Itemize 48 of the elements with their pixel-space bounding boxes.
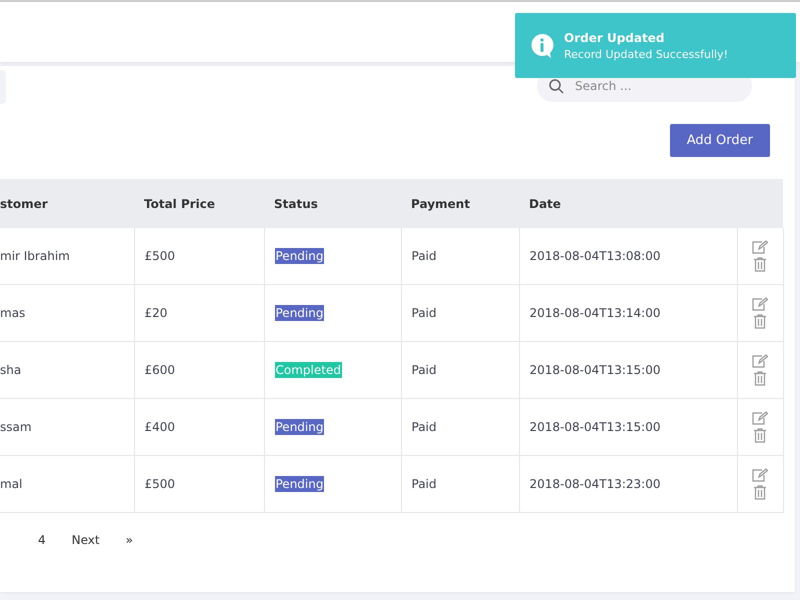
table-cell: 2018-08-04T13:23:00 [530,477,660,491]
table-cell: mas [0,306,26,320]
column-header: Total Price [134,179,264,228]
trash-icon[interactable] [754,314,766,329]
table-cell: Paid [412,477,437,491]
table-cell: 2018-08-04T13:14:00 [530,306,660,320]
pagination-link[interactable]: » [126,533,133,547]
toast-message: Record Updated Successfully! [564,48,728,60]
status-badge: Pending [274,476,324,492]
table-cell: £400 [144,420,176,434]
add-order-button[interactable]: Add Order [670,124,770,157]
table-cell: 2018-08-04T13:08:00 [530,249,660,263]
info-icon [530,32,554,58]
column-header: Status [264,179,401,228]
status-badge: Pending [274,305,324,321]
table-cell: ssam [0,420,32,434]
pagination-link[interactable]: 4 [38,533,46,547]
trash-icon[interactable] [754,485,766,500]
edit-icon[interactable] [752,468,768,482]
table-cell: 2018-08-04T13:15:00 [530,363,660,377]
column-header: stomer [0,179,134,228]
trash-icon[interactable] [754,371,766,386]
toast-title: Order Updated [564,30,666,44]
search-icon [549,79,564,94]
table-cell: mir Ibrahim [0,249,70,263]
table-cell: 2018-08-04T13:15:00 [530,420,660,434]
table-cell: Paid [412,363,437,377]
status-badge: Pending [274,248,324,264]
status-badge: Pending [274,419,324,435]
trash-icon[interactable] [754,428,766,443]
column-header: Date [519,179,737,228]
table-cell: £500 [144,249,176,263]
table-cell: £20 [144,306,168,320]
trash-icon[interactable] [754,257,766,272]
pagination-link[interactable]: Next [72,533,100,547]
table-cell: sha [0,363,22,377]
table-cell: Paid [412,420,437,434]
edit-icon[interactable] [752,411,768,425]
column-header: Payment [401,179,519,228]
table-cell: Paid [412,306,437,320]
status-badge: Completed [274,362,342,378]
edit-icon[interactable] [752,240,768,254]
edit-icon[interactable] [752,297,768,311]
table-cell: £600 [144,363,176,377]
table-cell: mal [0,477,22,491]
table-cell: £500 [144,477,176,491]
table-cell: Paid [412,249,437,263]
edit-icon[interactable] [752,354,768,368]
